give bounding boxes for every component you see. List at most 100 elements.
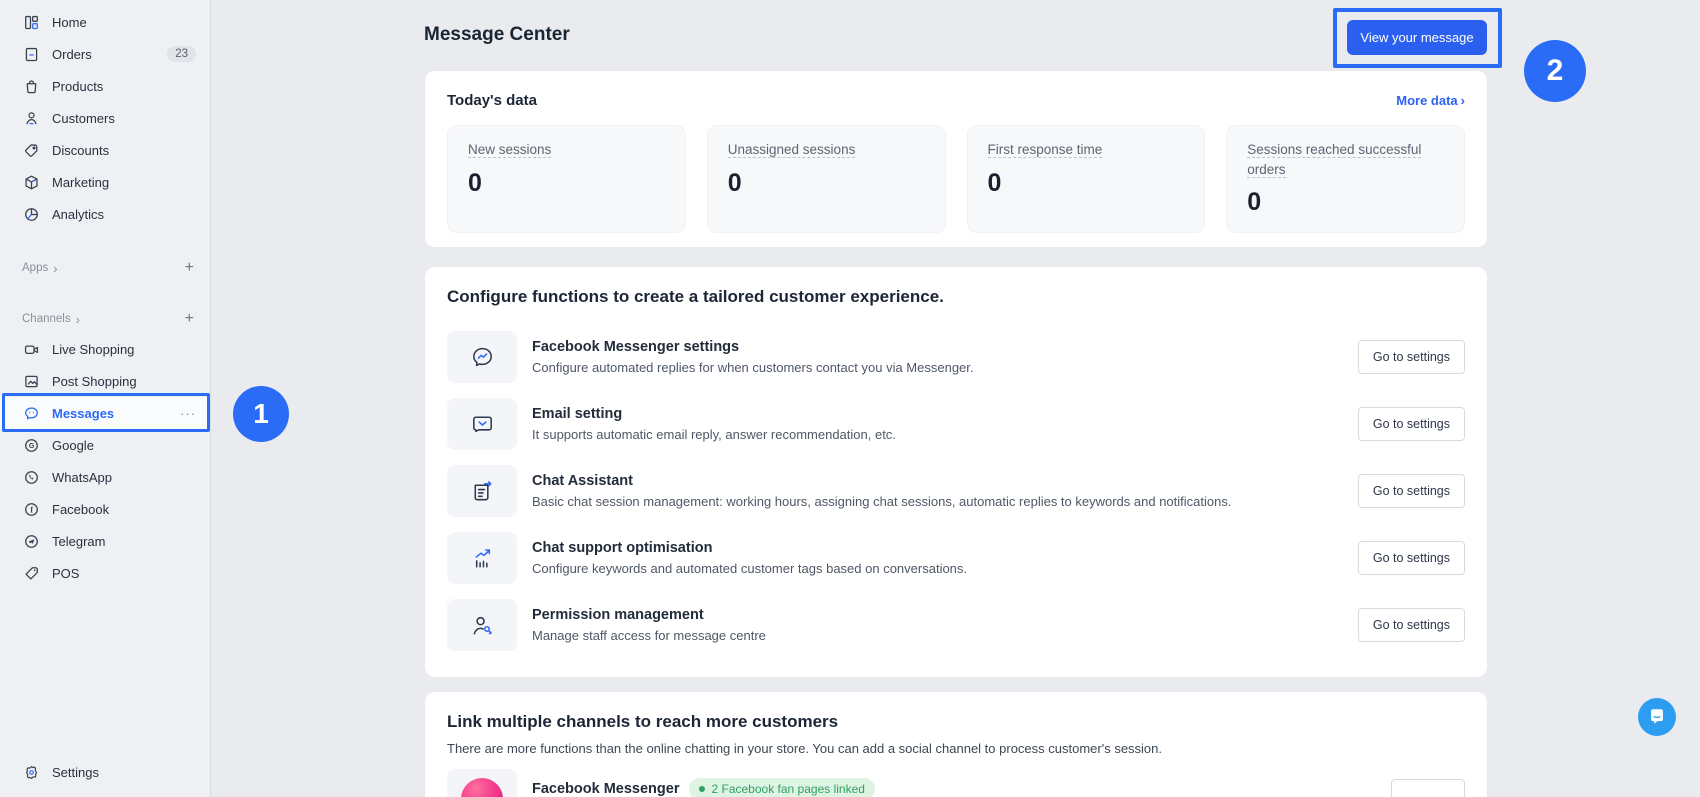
- link-channels-card: Link multiple channels to reach more cus…: [425, 692, 1487, 797]
- linked-pages-badge: 2 Facebook fan pages linked: [689, 778, 874, 797]
- function-description: Manage staff access for message centre: [532, 628, 766, 643]
- home-icon: [22, 13, 40, 31]
- chat-bubble-smile-icon: [1647, 707, 1667, 727]
- page-title: Message Center: [424, 24, 570, 46]
- sidebar-item-messages[interactable]: Messages ···: [0, 397, 210, 429]
- sidebar-item-facebook[interactable]: f Facebook: [0, 493, 210, 525]
- channel-row-facebook-messenger: Facebook Messenger 2 Facebook fan pages …: [447, 769, 1465, 797]
- sidebar-item-label: Messages: [52, 406, 114, 421]
- sidebar-item-post-shopping[interactable]: Post Shopping: [0, 365, 210, 397]
- function-row-permission-management: Permission management Manage staff acces…: [447, 599, 1465, 651]
- add-app-button[interactable]: +: [185, 259, 194, 277]
- go-to-settings-button[interactable]: Go to settings: [1358, 608, 1465, 642]
- function-row-facebook-messenger: Facebook Messenger settings Configure au…: [447, 331, 1465, 383]
- sidebar-item-label: POS: [52, 566, 79, 581]
- stat-label: First response time: [988, 142, 1103, 158]
- sidebar-item-pos[interactable]: POS: [0, 557, 210, 589]
- function-description: Basic chat session management: working h…: [532, 494, 1231, 509]
- configure-functions-card: Configure functions to create a tailored…: [425, 267, 1487, 677]
- function-row-email: Email setting It supports automatic emai…: [447, 398, 1465, 450]
- sidebar-item-label: Facebook: [52, 502, 109, 517]
- sidebar-item-label: Settings: [52, 765, 99, 780]
- annotation-step-1: 1: [233, 386, 289, 442]
- chevron-right-icon: ›: [53, 261, 57, 276]
- sidebar-item-whatsapp[interactable]: WhatsApp: [0, 461, 210, 493]
- function-description: Configure keywords and automated custome…: [532, 561, 967, 576]
- section-label: Channels: [22, 313, 71, 325]
- sidebar-item-label: Products: [52, 79, 103, 94]
- sidebar-item-home[interactable]: Home: [0, 6, 210, 38]
- chart-growth-icon: [447, 532, 517, 584]
- section-label: Apps: [22, 262, 48, 274]
- configure-heading: Configure functions to create a tailored…: [447, 287, 1465, 307]
- todays-data-card: Today's data More data› New sessions 0 U…: [425, 71, 1487, 247]
- function-title: Chat support optimisation: [532, 540, 967, 556]
- sidebar-section-apps[interactable]: Apps › +: [0, 254, 210, 282]
- function-title: Email setting: [532, 406, 896, 422]
- sidebar: Home Orders 23 Products Customers: [0, 0, 211, 797]
- sidebar-item-label: Telegram: [52, 534, 105, 549]
- pos-tag-icon: [22, 564, 40, 582]
- stat-card-sessions-reached-orders[interactable]: Sessions reached successful orders 0: [1226, 125, 1465, 233]
- channel-action-button[interactable]: [1391, 779, 1465, 797]
- function-row-chat-support-optimisation: Chat support optimisation Configure keyw…: [447, 532, 1465, 584]
- more-data-label: More data: [1396, 93, 1457, 108]
- sidebar-item-customers[interactable]: Customers: [0, 102, 210, 134]
- chat-assistant-icon: [447, 465, 517, 517]
- sidebar-item-products[interactable]: Products: [0, 70, 210, 102]
- sidebar-item-label: Discounts: [52, 143, 109, 158]
- chevron-right-icon: ›: [76, 312, 80, 327]
- live-chat-button[interactable]: [1638, 698, 1676, 736]
- stat-label: Unassigned sessions: [728, 142, 856, 158]
- go-to-settings-button[interactable]: Go to settings: [1358, 474, 1465, 508]
- go-to-settings-button[interactable]: Go to settings: [1358, 407, 1465, 441]
- sidebar-item-google[interactable]: G Google: [0, 429, 210, 461]
- permission-key-icon: [447, 599, 517, 651]
- orders-icon: [22, 45, 40, 63]
- stat-card-first-response-time[interactable]: First response time 0: [967, 125, 1206, 233]
- sidebar-item-live-shopping[interactable]: Live Shopping: [0, 333, 210, 365]
- analytics-icon: [22, 205, 40, 223]
- sidebar-item-label: Orders: [52, 47, 92, 62]
- more-data-link[interactable]: More data›: [1396, 93, 1465, 108]
- video-camera-icon: [22, 340, 40, 358]
- function-title: Facebook Messenger settings: [532, 339, 974, 355]
- channel-title: Facebook Messenger: [532, 781, 679, 797]
- linked-pages-label: 2 Facebook fan pages linked: [711, 782, 864, 796]
- function-title: Chat Assistant: [532, 473, 1231, 489]
- stat-card-new-sessions[interactable]: New sessions 0: [447, 125, 686, 233]
- orders-count-badge: 23: [167, 46, 196, 62]
- sidebar-section-channels[interactable]: Channels › +: [0, 305, 210, 333]
- function-row-chat-assistant: Chat Assistant Basic chat session manage…: [447, 465, 1465, 517]
- picture-icon: [22, 372, 40, 390]
- sidebar-item-marketing[interactable]: Marketing: [0, 166, 210, 198]
- products-icon: [22, 77, 40, 95]
- svg-text:G: G: [28, 441, 34, 450]
- green-dot-icon: [699, 786, 705, 792]
- link-channels-subtext: There are more functions than the online…: [447, 741, 1465, 756]
- whatsapp-icon: [22, 468, 40, 486]
- sidebar-item-orders[interactable]: Orders 23: [0, 38, 210, 70]
- sidebar-item-label: WhatsApp: [52, 470, 112, 485]
- sidebar-item-label: Home: [52, 15, 87, 30]
- stat-label: Sessions reached successful orders: [1247, 142, 1421, 178]
- go-to-settings-button[interactable]: Go to settings: [1358, 541, 1465, 575]
- more-options-icon[interactable]: ···: [180, 406, 196, 421]
- facebook-icon: f: [22, 500, 40, 518]
- stat-card-unassigned-sessions[interactable]: Unassigned sessions 0: [707, 125, 946, 233]
- sidebar-item-settings[interactable]: Settings: [0, 756, 209, 788]
- sidebar-item-label: Google: [52, 438, 94, 453]
- sidebar-item-telegram[interactable]: Telegram: [0, 525, 210, 557]
- sidebar-item-analytics[interactable]: Analytics: [0, 198, 210, 230]
- telegram-icon: [22, 532, 40, 550]
- facebook-messenger-logo-icon: [447, 769, 517, 797]
- sidebar-item-discounts[interactable]: Discounts: [0, 134, 210, 166]
- discounts-icon: [22, 141, 40, 159]
- function-description: Configure automated replies for when cus…: [532, 360, 974, 375]
- sidebar-item-label: Analytics: [52, 207, 104, 222]
- stat-value: 0: [468, 169, 665, 198]
- view-your-message-button[interactable]: View your message: [1347, 20, 1487, 55]
- go-to-settings-button[interactable]: Go to settings: [1358, 340, 1465, 374]
- gear-icon: [22, 763, 40, 781]
- add-channel-button[interactable]: +: [185, 310, 194, 328]
